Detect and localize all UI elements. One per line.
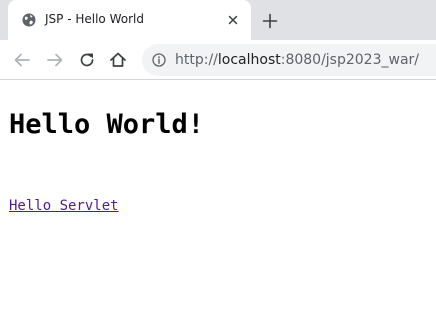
hello-servlet-link[interactable]: Hello Servlet xyxy=(9,198,119,214)
url-text[interactable]: http://localhost:8080/jsp2023_war/ xyxy=(175,52,419,68)
globe-icon xyxy=(22,13,36,27)
info-icon[interactable] xyxy=(152,53,166,67)
page-heading: Hello World! xyxy=(9,109,205,140)
new-tab-button[interactable] xyxy=(261,12,279,30)
page-content: Hello World! Hello Servlet xyxy=(0,80,436,333)
close-icon[interactable] xyxy=(225,12,241,28)
tab-strip: JSP - Hello World xyxy=(0,0,436,40)
address-bar[interactable]: http://localhost:8080/jsp2023_war/ xyxy=(142,44,436,76)
reload-button[interactable] xyxy=(76,49,98,71)
forward-button[interactable] xyxy=(44,49,66,71)
url-host: localhost xyxy=(217,52,281,68)
back-button[interactable] xyxy=(11,49,33,71)
home-button[interactable] xyxy=(107,49,129,71)
tab-title: JSP - Hello World xyxy=(45,12,144,26)
active-tab[interactable]: JSP - Hello World xyxy=(8,0,251,40)
url-scheme: http:// xyxy=(175,52,218,68)
browser-toolbar: http://localhost:8080/jsp2023_war/ xyxy=(0,40,436,80)
url-path: :8080/jsp2023_war/ xyxy=(280,52,419,68)
